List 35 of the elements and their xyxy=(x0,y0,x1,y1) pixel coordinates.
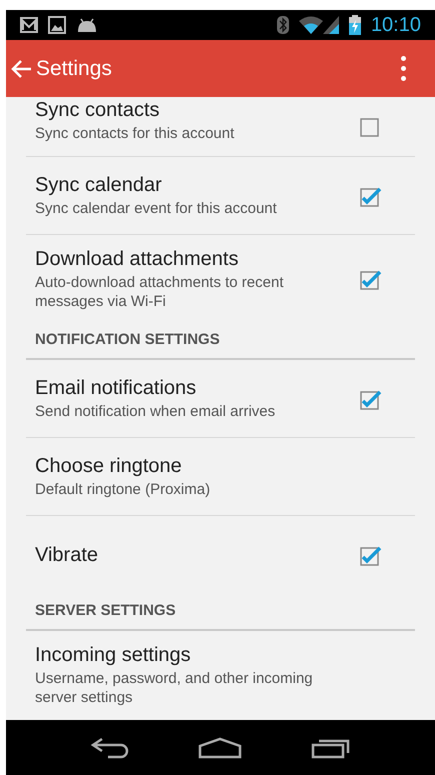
setting-summary: Default ringtone (Proxima) xyxy=(35,480,212,499)
settings-row[interactable]: Email notifications Send notification when email arrives xyxy=(26,360,415,438)
mail-icon xyxy=(20,17,38,33)
setting-summary: Sync calendar event for this account xyxy=(35,199,278,218)
setting-title: Email notifications xyxy=(35,376,198,400)
section-header: NOTIFICATION SETTINGS xyxy=(35,330,220,350)
setting-title: Vibrate xyxy=(35,543,100,567)
wifi-icon xyxy=(298,16,323,34)
settings-row[interactable]: Sync calendar Sync calendar event for this account xyxy=(26,157,415,235)
setting-title: Choose ringtone xyxy=(35,454,183,478)
settings-row[interactable]: Download attachments Auto-download attachments to recent messages via Wi-Fi xyxy=(26,235,415,323)
setting-summary: Auto-download attachments to recent messages via Wi-Fi xyxy=(35,273,284,311)
signal-icon xyxy=(322,16,339,34)
settings-row[interactable]: Sync contacts Sync contacts for this account xyxy=(26,97,415,157)
clock-time: 10:10 xyxy=(370,15,421,35)
back-icon[interactable] xyxy=(90,736,130,758)
back-arrow-icon xyxy=(10,58,32,78)
battery-icon xyxy=(348,15,361,35)
image-icon xyxy=(48,16,66,34)
back-button[interactable] xyxy=(10,58,32,78)
setting-title: Incoming settings xyxy=(35,643,192,667)
robot-icon xyxy=(76,18,98,32)
screen-title: Settings xyxy=(36,56,112,82)
section-header: SERVER SETTINGS xyxy=(35,601,176,622)
settings-row[interactable]: Incoming settings Username, password, and other incoming server settings xyxy=(26,631,415,719)
setting-title: Sync calendar xyxy=(35,173,163,197)
home-icon[interactable] xyxy=(198,736,242,758)
setting-title: Download attachments xyxy=(35,247,240,271)
setting-summary: Send notification when email arrives xyxy=(35,402,276,421)
setting-title: Sync contacts xyxy=(35,98,161,122)
setting-summary: Username, password, and other incoming server settings xyxy=(35,669,314,707)
setting-summary: Sync contacts for this account xyxy=(35,124,236,143)
settings-row[interactable]: Vibrate xyxy=(26,516,415,594)
bluetooth-icon xyxy=(276,16,289,34)
settings-row[interactable]: Choose ringtone Default ringtone (Proxima) xyxy=(26,438,415,516)
